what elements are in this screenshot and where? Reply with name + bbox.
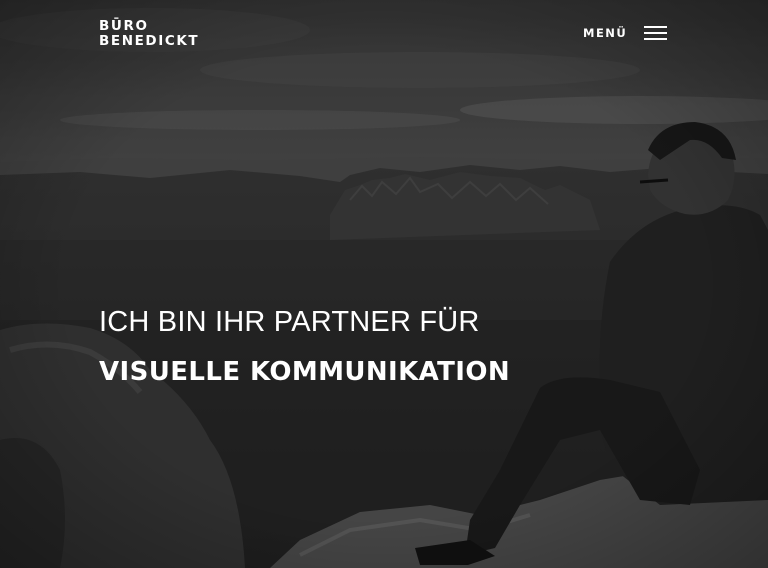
site-logo[interactable]: BŪRO BENEDICKT xyxy=(99,19,199,49)
logo-line-2: BENEDICKT xyxy=(99,33,200,49)
menu-button[interactable]: MENÜ xyxy=(583,23,668,43)
headline-line-2: VISUELLE KOMMUNIKATION xyxy=(99,357,511,387)
menu-label: MENÜ xyxy=(583,26,628,40)
hero-headline: ICH BIN IHR PARTNER FÜR VISUELLE KOMMUNI… xyxy=(99,306,510,387)
hero-section: BŪRO BENEDICKT MENÜ ICH BIN IHR PARTNER … xyxy=(0,0,768,568)
hero-background-image xyxy=(0,0,768,568)
headline-line-1: ICH BIN IHR PARTNER FÜR xyxy=(99,306,480,338)
logo-line-1: BŪRO xyxy=(99,18,149,34)
hamburger-icon xyxy=(644,25,668,41)
